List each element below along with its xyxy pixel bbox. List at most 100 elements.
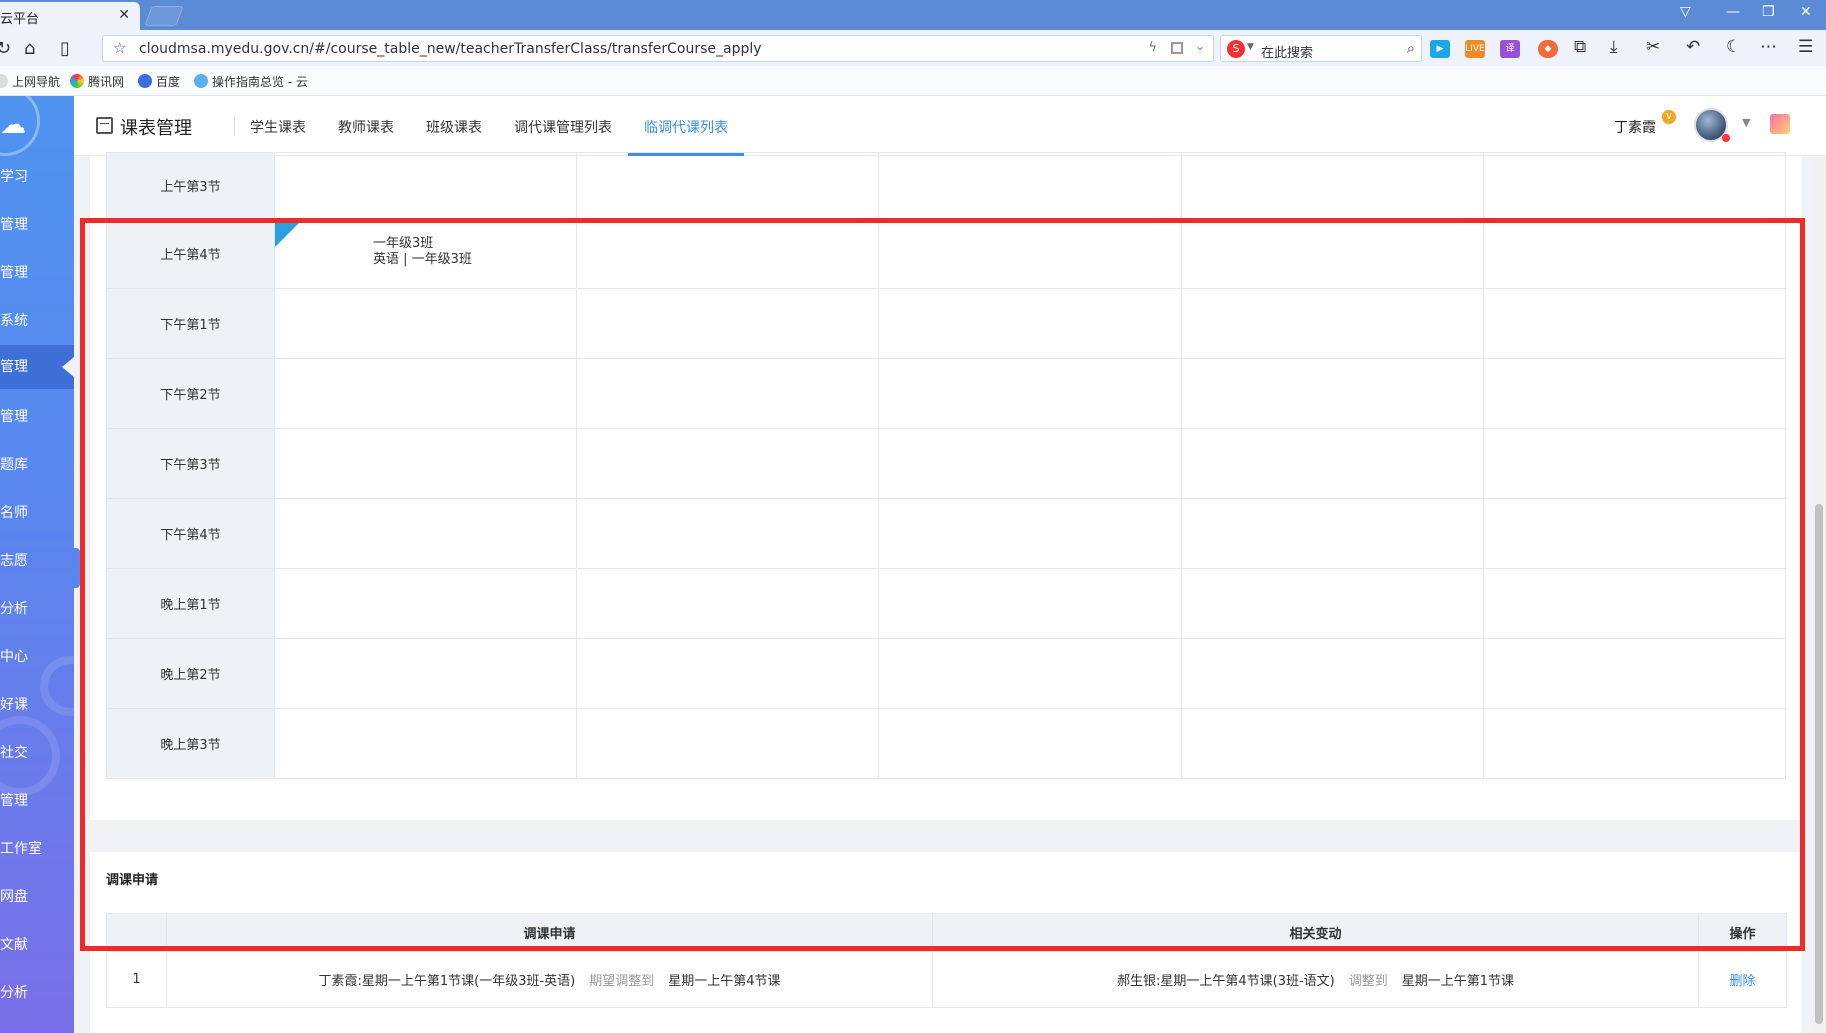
timetable-cell[interactable] [576,498,880,569]
tab-class-schedule[interactable]: 班级课表 [426,117,482,137]
star-icon[interactable]: ☆ [113,39,126,57]
timetable-cell[interactable] [273,638,578,709]
undo-icon[interactable]: ↶ [1686,37,1700,57]
pin-icon[interactable]: ▽ [1680,4,1691,20]
scissors-icon[interactable]: ✂ [1646,37,1660,57]
user-name[interactable]: 丁素霞 [1614,117,1656,137]
url-bar[interactable]: ☆ cloudmsa.myedu.gov.cn/#/course_table_n… [102,35,1214,62]
sidebar-item[interactable]: 志愿 [0,550,74,570]
qr-icon[interactable] [1171,42,1183,54]
video-ext-icon[interactable]: ▶ [1430,40,1450,58]
timetable-cell[interactable] [1482,638,1787,709]
search-input[interactable]: 在此搜索 [1261,42,1313,61]
timetable-cell[interactable] [1482,152,1787,219]
refresh-icon[interactable]: ↻ [0,38,11,59]
timetable-cell[interactable] [878,568,1182,639]
timetable-cell[interactable] [878,288,1182,359]
reader-icon[interactable]: ▯ [60,38,70,59]
menu-icon[interactable]: ☰ [1798,37,1813,57]
timetable-cell[interactable] [1482,218,1787,289]
sidebar-item[interactable]: 管理 [0,406,74,426]
timetable-cell[interactable] [878,498,1182,569]
sogou-icon[interactable]: S [1227,40,1245,58]
delete-button[interactable]: 删除 [1729,974,1755,989]
scrollbar-thumb[interactable] [1815,504,1823,1024]
tab-temporary-substitution[interactable]: 临调代课列表 [644,117,728,137]
timetable-cell[interactable] [878,152,1182,219]
timetable-cell[interactable] [576,708,880,779]
new-tab-button[interactable] [144,6,184,26]
timetable-cell[interactable] [273,568,578,639]
timetable-cell[interactable] [273,428,578,499]
live-ext-icon[interactable]: LIVE [1465,40,1485,58]
bookmark-item[interactable]: 腾讯网 [70,73,124,90]
timetable-cell[interactable] [273,288,578,359]
timetable-cell[interactable] [273,708,578,779]
caret-down-icon[interactable]: ▼ [1247,42,1254,52]
sidebar-item[interactable]: 好课 [0,694,74,714]
timetable-cell-marked[interactable]: 一年级3班 英语 | 一年级3班 [273,218,578,289]
browser-tab[interactable]: 云平台 ✕ [0,2,140,30]
timetable-cell[interactable] [1482,708,1787,779]
close-icon[interactable]: ✕ [118,7,130,23]
sidebar-item[interactable]: 文献 [0,934,74,954]
timetable-cell[interactable] [1180,708,1484,779]
sidebar-item[interactable]: 分析 [0,982,74,1002]
sidebar-item[interactable]: 名师 [0,502,74,522]
sidebar-item[interactable]: 分析 [0,598,74,618]
timetable-cell[interactable] [576,568,880,639]
clipboard-icon[interactable]: ⧉ [1574,37,1586,57]
download-icon[interactable]: ⤓ [1610,37,1618,57]
minimize-icon[interactable]: — [1726,4,1740,20]
timetable-cell[interactable] [1482,288,1787,359]
timetable-cell[interactable] [878,218,1182,289]
sidebar-item[interactable]: 学习 [0,166,74,186]
timetable-cell[interactable] [1180,428,1484,499]
timetable-cell[interactable] [1180,638,1484,709]
tab-teacher-schedule[interactable]: 教师课表 [338,117,394,137]
search-icon[interactable]: ⌕ [1407,39,1415,57]
sidebar-item[interactable]: 社交 [0,742,74,762]
night-mode-icon[interactable]: ☾ [1726,37,1741,57]
restore-icon[interactable]: ❐ [1762,4,1775,20]
sidebar-item[interactable]: 网盘 [0,886,74,906]
bookmark-item[interactable]: 上网导航 [0,73,60,90]
timetable-cell[interactable] [1482,428,1787,499]
sidebar-item[interactable]: 管理 [0,790,74,810]
sidebar-item-active[interactable]: 管理 [0,345,74,389]
sidebar-item[interactable]: 系统 [0,310,74,330]
sidebar-item[interactable]: 管理 [0,214,74,234]
search-box[interactable]: S ▼ 在此搜索 ⌕ [1220,35,1422,62]
timetable-cell[interactable] [576,218,880,289]
skin-icon[interactable] [1770,114,1790,134]
sidebar-item[interactable]: 中心 [0,646,74,666]
timetable-cell[interactable] [1180,498,1484,569]
timetable-cell[interactable] [1482,358,1787,429]
translate-ext-icon[interactable]: 译 [1500,40,1520,58]
timetable-cell[interactable] [1180,152,1484,219]
bolt-icon[interactable]: ϟ [1148,40,1157,55]
more-icon[interactable]: ⋯ [1760,37,1777,57]
timetable-cell[interactable] [878,638,1182,709]
close-window-icon[interactable]: ✕ [1800,4,1812,20]
timetable-cell[interactable] [1180,358,1484,429]
timetable-cell[interactable] [1482,498,1787,569]
timetable-cell[interactable] [1180,218,1484,289]
timetable-cell[interactable] [878,428,1182,499]
timetable-cell[interactable] [878,358,1182,429]
sidebar-item[interactable]: 工作室 [0,838,74,858]
sidebar-item[interactable]: 题库 [0,454,74,474]
timetable-cell[interactable] [273,152,578,219]
home-icon[interactable]: ⌂ [24,38,35,59]
url-text[interactable]: cloudmsa.myedu.gov.cn/#/course_table_new… [139,41,762,57]
game-ext-icon[interactable]: ◆ [1538,40,1558,58]
sidebar-collapse-handle[interactable] [74,548,80,588]
caret-down-icon[interactable]: ▼ [1742,116,1750,129]
timetable-cell[interactable] [576,428,880,499]
timetable-cell[interactable] [878,708,1182,779]
timetable-cell[interactable] [1180,568,1484,639]
timetable-cell[interactable] [576,152,880,219]
timetable-cell[interactable] [1482,568,1787,639]
tab-student-schedule[interactable]: 学生课表 [250,117,306,137]
bookmark-item[interactable]: 操作指南总览 - 云 [194,73,308,90]
